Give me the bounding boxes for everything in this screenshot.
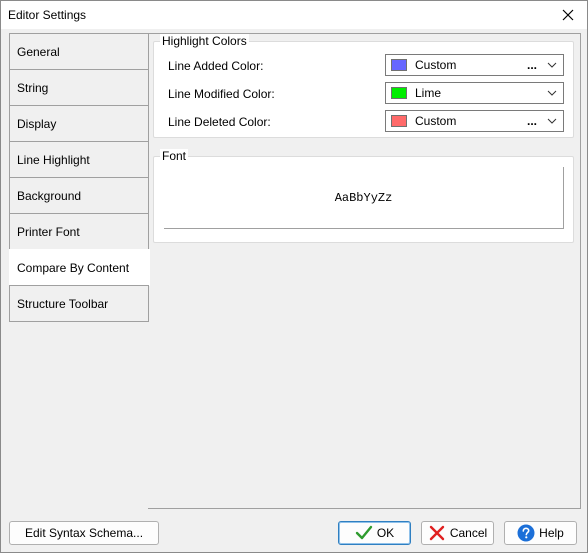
tab-label: String xyxy=(17,80,49,95)
color-swatch xyxy=(391,59,407,71)
line-modified-color-value: Lime xyxy=(415,86,442,100)
tab-general[interactable]: General xyxy=(9,33,149,70)
question-icon xyxy=(517,524,535,542)
line-deleted-color-combo[interactable]: Custom ... xyxy=(385,110,564,132)
tab-structure-toolbar[interactable]: Structure Toolbar xyxy=(9,285,149,322)
ok-label: OK xyxy=(376,526,395,540)
ok-button[interactable]: OK xyxy=(338,521,411,545)
checkmark-icon xyxy=(355,525,373,540)
title-bar: Editor Settings xyxy=(1,1,587,29)
chevron-down-icon xyxy=(547,118,557,124)
tab-line-highlight[interactable]: Line Highlight xyxy=(9,141,149,178)
line-modified-label: Line Modified Color: xyxy=(168,87,275,101)
tab-label: Background xyxy=(17,188,82,203)
cancel-label: Cancel xyxy=(449,526,488,540)
line-modified-color-combo[interactable]: Lime xyxy=(385,82,564,104)
color-swatch xyxy=(391,87,407,99)
edit-syntax-schema-label: Edit Syntax Schema... xyxy=(24,526,144,540)
line-added-color-value: Custom xyxy=(415,58,457,72)
font-group: Font AaBbYyZz xyxy=(153,149,574,243)
tab-string[interactable]: String xyxy=(9,69,149,106)
chevron-down-icon xyxy=(547,90,557,96)
tab-label: General xyxy=(17,44,60,59)
font-preview[interactable]: AaBbYyZz xyxy=(164,167,564,229)
tab-label: Line Highlight xyxy=(17,152,90,167)
color-swatch xyxy=(391,115,407,127)
settings-tabs: General String Display Line Highlight Ba… xyxy=(9,33,150,322)
tab-label: Compare By Content xyxy=(17,260,130,275)
edit-syntax-schema-button[interactable]: Edit Syntax Schema... xyxy=(9,521,159,545)
font-group-title: Font xyxy=(160,149,189,163)
custom-color-ellipsis-button[interactable]: ... xyxy=(527,58,537,72)
cancel-button[interactable]: Cancel xyxy=(421,521,494,545)
line-deleted-color-value: Custom xyxy=(415,114,457,128)
window-title: Editor Settings xyxy=(8,8,87,22)
x-icon xyxy=(429,525,445,541)
tab-printer-font[interactable]: Printer Font xyxy=(9,213,149,250)
help-label: Help xyxy=(539,526,564,540)
line-added-label: Line Added Color: xyxy=(168,59,264,73)
tab-display[interactable]: Display xyxy=(9,105,149,142)
highlight-colors-group: Highlight Colors Line Added Color: Custo… xyxy=(153,34,574,138)
tab-label: Printer Font xyxy=(17,224,80,239)
tab-label: Structure Toolbar xyxy=(17,296,109,311)
highlight-colors-title: Highlight Colors xyxy=(160,34,249,48)
settings-panel: Highlight Colors Line Added Color: Custo… xyxy=(148,33,581,509)
line-added-color-combo[interactable]: Custom ... xyxy=(385,54,564,76)
chevron-down-icon xyxy=(547,62,557,68)
close-button[interactable] xyxy=(549,1,587,29)
tab-label: Display xyxy=(17,116,57,131)
tab-background[interactable]: Background xyxy=(9,177,149,214)
editor-settings-dialog: Editor Settings Highlight Colors Line Ad… xyxy=(0,0,588,553)
line-deleted-label: Line Deleted Color: xyxy=(168,115,271,129)
close-icon xyxy=(562,9,574,21)
help-button[interactable]: Help xyxy=(504,521,577,545)
tab-compare-by-content[interactable]: Compare By Content xyxy=(9,249,150,286)
custom-color-ellipsis-button[interactable]: ... xyxy=(527,114,537,128)
